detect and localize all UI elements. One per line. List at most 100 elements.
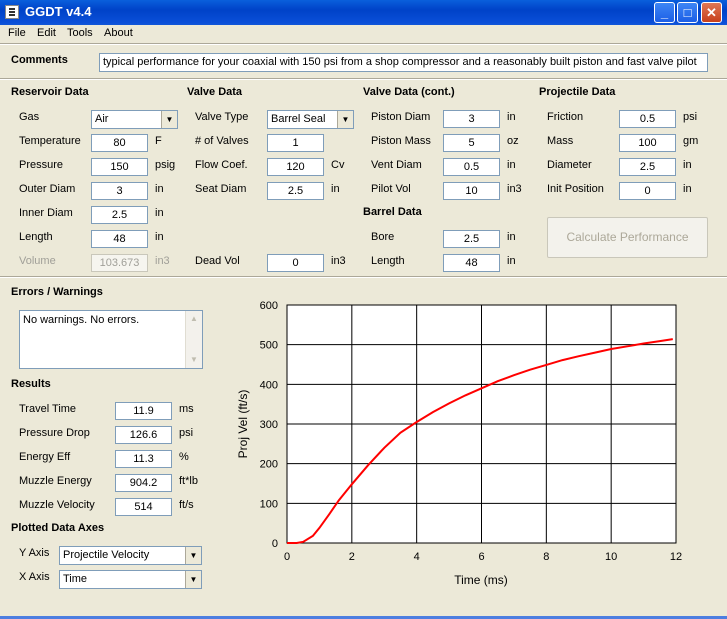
x-tick-label: 4 xyxy=(414,551,420,563)
pressure-drop-label: Pressure Drop xyxy=(19,427,90,439)
pressure-field[interactable]: 150 xyxy=(91,158,148,176)
mass-label: Mass xyxy=(547,135,574,147)
mass-field[interactable]: 100 xyxy=(619,134,676,152)
volume-field: 103.673 xyxy=(91,254,148,272)
barrel-heading: Barrel Data xyxy=(363,206,422,218)
num-valves-label: # of Valves xyxy=(195,135,249,147)
x-tick-label: 10 xyxy=(605,551,617,563)
energy-eff-field[interactable]: 11.3 xyxy=(115,450,172,468)
piston-diam-field[interactable]: 3 xyxy=(443,110,500,128)
chevron-up-icon[interactable]: ▲ xyxy=(187,312,201,326)
y-axis-title: Proj Vel (ft/s) xyxy=(236,390,250,459)
init-position-field[interactable]: 0 xyxy=(619,182,676,200)
length-label: Length xyxy=(19,231,53,243)
length-unit: in xyxy=(155,231,164,243)
bore-label: Bore xyxy=(371,231,395,243)
chevron-down-icon[interactable]: ▼ xyxy=(337,111,353,128)
menu-file[interactable]: File xyxy=(8,27,26,39)
gas-select[interactable]: Air ▼ xyxy=(91,110,178,129)
seat-diam-label: Seat Diam xyxy=(195,183,247,195)
results-heading: Results xyxy=(11,378,51,390)
menu-edit[interactable]: Edit xyxy=(37,27,56,39)
mass-unit: gm xyxy=(683,135,699,147)
muzzle-energy-label: Muzzle Energy xyxy=(19,475,92,487)
x-tick-label: 12 xyxy=(670,551,682,563)
y-tick-label: 500 xyxy=(260,340,278,352)
chevron-down-icon[interactable]: ▼ xyxy=(187,353,201,367)
piston-mass-label: Piston Mass xyxy=(371,135,431,147)
minimize-button[interactable]: _ xyxy=(654,2,675,23)
outer-diam-unit: in xyxy=(155,183,164,195)
dead-vol-unit: in3 xyxy=(331,255,346,267)
bore-field[interactable]: 2.5 xyxy=(443,230,500,248)
valve-type-select[interactable]: Barrel Seal ▼ xyxy=(267,110,354,129)
menu-tools[interactable]: Tools xyxy=(67,27,93,39)
temperature-field[interactable]: 80 xyxy=(91,134,148,152)
diameter-field[interactable]: 2.5 xyxy=(619,158,676,176)
pressure-label: Pressure xyxy=(19,159,64,171)
chevron-down-icon[interactable]: ▼ xyxy=(185,547,201,564)
pilot-vol-unit: in3 xyxy=(507,183,522,195)
app-icon xyxy=(5,5,19,19)
menu-about[interactable]: About xyxy=(104,27,133,39)
piston-diam-unit: in xyxy=(507,111,516,123)
maximize-button[interactable]: □ xyxy=(677,2,698,23)
errors-scrollbar[interactable]: ▲ ▼ xyxy=(185,311,202,368)
title-bar xyxy=(0,0,727,25)
outer-diam-field[interactable]: 3 xyxy=(91,182,148,200)
valve-cont-heading: Valve Data (cont.) xyxy=(363,86,455,98)
friction-field[interactable]: 0.5 xyxy=(619,110,676,128)
errors-text: No warnings. No errors. xyxy=(23,314,140,326)
reservoir-heading: Reservoir Data xyxy=(11,86,89,98)
valve-type-value: Barrel Seal xyxy=(271,113,326,125)
length-field[interactable]: 48 xyxy=(91,230,148,248)
outer-diam-label: Outer Diam xyxy=(19,183,76,195)
inner-diam-field[interactable]: 2.5 xyxy=(91,206,148,224)
y-tick-label: 300 xyxy=(260,419,278,431)
pressure-unit: psig xyxy=(155,159,176,171)
piston-mass-field[interactable]: 5 xyxy=(443,134,500,152)
x-axis-select[interactable]: Time ▼ xyxy=(59,570,202,589)
y-tick-label: 200 xyxy=(260,459,278,471)
y-axis-label: Y Axis xyxy=(19,547,50,559)
y-tick-label: 100 xyxy=(260,498,278,510)
chevron-down-icon[interactable]: ▼ xyxy=(161,111,177,128)
x-tick-label: 0 xyxy=(284,551,290,563)
gas-label: Gas xyxy=(19,111,40,123)
muzzle-velocity-label: Muzzle Velocity xyxy=(19,499,95,511)
init-position-label: Init Position xyxy=(547,183,604,195)
calculate-performance-button[interactable]: Calculate Performance xyxy=(547,217,708,258)
friction-label: Friction xyxy=(547,111,584,123)
errors-textarea[interactable]: No warnings. No errors. xyxy=(19,310,203,369)
pilot-vol-field[interactable]: 10 xyxy=(443,182,500,200)
y-axis-select[interactable]: Projectile Velocity ▼ xyxy=(59,546,202,565)
projectile-heading: Projectile Data xyxy=(539,86,616,98)
barrel-length-field[interactable]: 48 xyxy=(443,254,500,272)
vent-diam-field[interactable]: 0.5 xyxy=(443,158,500,176)
x-tick-label: 2 xyxy=(349,551,355,563)
pressure-drop-field[interactable]: 126.6 xyxy=(115,426,172,444)
flow-coef-unit: Cv xyxy=(331,159,345,171)
chevron-down-icon[interactable]: ▼ xyxy=(185,571,201,588)
menu-divider xyxy=(0,43,727,45)
seat-diam-field[interactable]: 2.5 xyxy=(267,182,324,200)
num-valves-field[interactable]: 1 xyxy=(267,134,324,152)
travel-time-field[interactable]: 11.9 xyxy=(115,402,172,420)
close-button[interactable]: ✕ xyxy=(701,2,722,23)
dead-vol-field[interactable]: 0 xyxy=(267,254,324,272)
muzzle-velocity-field[interactable]: 514 xyxy=(115,498,172,516)
valve-type-label: Valve Type xyxy=(195,111,249,123)
muzzle-energy-unit: ft*lb xyxy=(179,475,198,487)
volume-unit: in3 xyxy=(155,255,170,267)
divider xyxy=(0,78,727,80)
comments-field[interactable]: typical performance for your coaxial wit… xyxy=(99,53,708,72)
inner-diam-unit: in xyxy=(155,207,164,219)
init-position-unit: in xyxy=(683,183,692,195)
y-tick-label: 600 xyxy=(260,300,278,312)
vent-diam-label: Vent Diam xyxy=(371,159,422,171)
flow-coef-field[interactable]: 120 xyxy=(267,158,324,176)
temperature-label: Temperature xyxy=(19,135,81,147)
travel-time-label: Travel Time xyxy=(19,403,77,415)
muzzle-energy-field[interactable]: 904.2 xyxy=(115,474,172,492)
pilot-vol-label: Pilot Vol xyxy=(371,183,411,195)
